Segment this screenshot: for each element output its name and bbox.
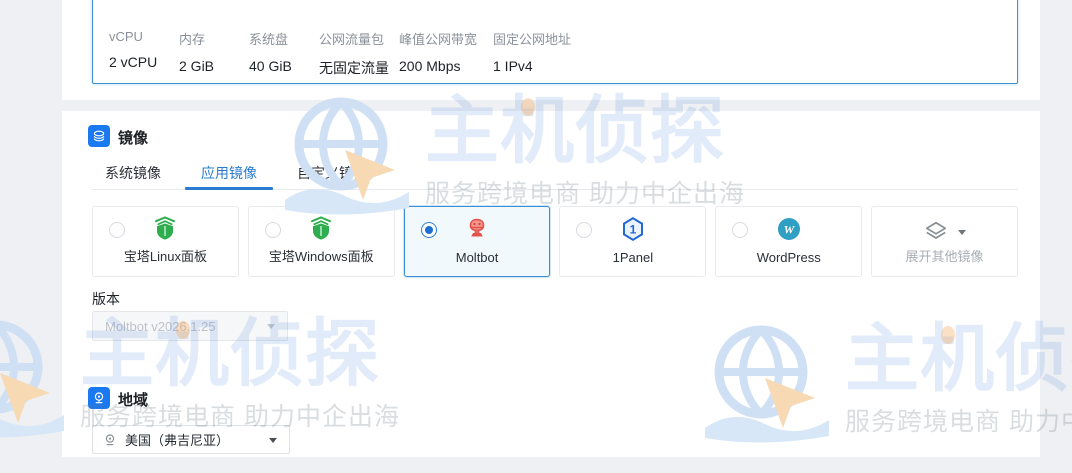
moltbot-lobster-icon bbox=[405, 216, 550, 242]
spec-vcpu: vCPU 2 vCPU bbox=[109, 29, 157, 70]
page: vCPU 2 vCPU 内存 2 GiB 系统盘 40 GiB 公网流量包 无固… bbox=[0, 0, 1072, 473]
layered-disc-icon bbox=[93, 130, 105, 142]
svg-text:W: W bbox=[783, 223, 795, 237]
image-tabbar: 系统镜像 应用镜像 自定义镜像 bbox=[92, 157, 1018, 190]
spec-label: 公网流量包 bbox=[319, 32, 385, 47]
spec-system-disk: 系统盘 40 GiB bbox=[249, 29, 292, 74]
image-option-label: Moltbot bbox=[455, 250, 499, 265]
image-option-label: 宝塔Windows面板 bbox=[268, 249, 374, 264]
image-option-label: 宝塔Linux面板 bbox=[123, 249, 207, 264]
spec-label: 峰值公网带宽 bbox=[399, 32, 478, 47]
image-section-title: 镜像 bbox=[118, 130, 149, 147]
spec-value: 2 GiB bbox=[179, 58, 215, 74]
region-dropdown[interactable]: 美国（弗吉尼亚） bbox=[92, 425, 290, 454]
spec-value: 200 Mbps bbox=[399, 58, 461, 74]
spec-label: 固定公网地址 bbox=[493, 32, 572, 47]
wordpress-icon: W bbox=[716, 216, 861, 242]
baota-shield-icon bbox=[249, 216, 394, 242]
chevron-down-icon bbox=[269, 437, 277, 443]
version-dropdown-value: Moltbot v2026.1.25 bbox=[105, 318, 216, 334]
watermark-globe-icon bbox=[0, 320, 64, 438]
spec-traffic-package: 公网流量包 无固定流量 bbox=[319, 29, 389, 78]
1panel-hexagon-icon: 1 bbox=[560, 216, 705, 242]
plan-section-card: vCPU 2 vCPU 内存 2 GiB 系统盘 40 GiB 公网流量包 无固… bbox=[62, 0, 1040, 100]
location-pin-icon bbox=[105, 433, 115, 445]
tab-custom-image[interactable]: 自定义镜像 bbox=[297, 157, 367, 189]
version-dropdown[interactable]: Moltbot v2026.1.25 bbox=[92, 311, 288, 341]
version-label: 版本 bbox=[92, 291, 120, 307]
location-pin-icon bbox=[94, 392, 104, 404]
image-option-1panel[interactable]: 1 1Panel bbox=[559, 206, 707, 277]
svg-text:1: 1 bbox=[630, 223, 637, 237]
image-region-card: 镜像 系统镜像 应用镜像 自定义镜像 宝塔Linux面板 宝塔Windows面板… bbox=[62, 111, 1040, 457]
chevron-down-icon bbox=[267, 324, 275, 329]
chevron-down-icon bbox=[957, 229, 966, 235]
region-section-title: 地域 bbox=[118, 392, 149, 409]
tab-system-image[interactable]: 系统镜像 bbox=[105, 157, 161, 189]
region-dropdown-value: 美国（弗吉尼亚） bbox=[125, 433, 230, 448]
image-option-label: WordPress bbox=[756, 250, 821, 265]
spec-value: 2 vCPU bbox=[109, 54, 158, 70]
spec-value: 无固定流量 bbox=[319, 60, 389, 76]
spec-value: 1 IPv4 bbox=[493, 58, 533, 74]
tab-app-image[interactable]: 应用镜像 bbox=[185, 157, 273, 190]
expand-other-images-label: 展开其他镜像 bbox=[905, 249, 984, 264]
image-option-wordpress[interactable]: W WordPress bbox=[715, 206, 863, 277]
spec-label: 内存 bbox=[179, 32, 206, 47]
image-option-label: 1Panel bbox=[612, 250, 654, 265]
spec-peak-bandwidth: 峰值公网带宽 200 Mbps bbox=[399, 29, 477, 74]
expand-other-images-card[interactable]: 展开其他镜像 bbox=[871, 206, 1018, 277]
image-option-baota-windows[interactable]: 宝塔Windows面板 bbox=[247, 206, 395, 277]
selected-plan-spec-box[interactable]: vCPU 2 vCPU 内存 2 GiB 系统盘 40 GiB 公网流量包 无固… bbox=[92, 0, 1018, 84]
spec-label: 系统盘 bbox=[249, 32, 289, 47]
image-option-baota-linux[interactable]: 宝塔Linux面板 bbox=[92, 206, 239, 277]
spec-value: 40 GiB bbox=[249, 58, 292, 74]
image-option-row: 宝塔Linux面板 宝塔Windows面板 Moltbot 1 1Panel W… bbox=[92, 206, 1018, 277]
layers-icon bbox=[925, 221, 946, 239]
region-section-icon bbox=[88, 387, 110, 409]
spec-memory: 内存 2 GiB bbox=[179, 29, 214, 74]
image-section-icon bbox=[88, 125, 110, 147]
image-option-moltbot[interactable]: Moltbot bbox=[403, 206, 551, 277]
spec-label: vCPU bbox=[109, 29, 143, 44]
spec-public-ip: 固定公网地址 1 IPv4 bbox=[493, 29, 571, 74]
baota-shield-icon bbox=[93, 216, 238, 242]
